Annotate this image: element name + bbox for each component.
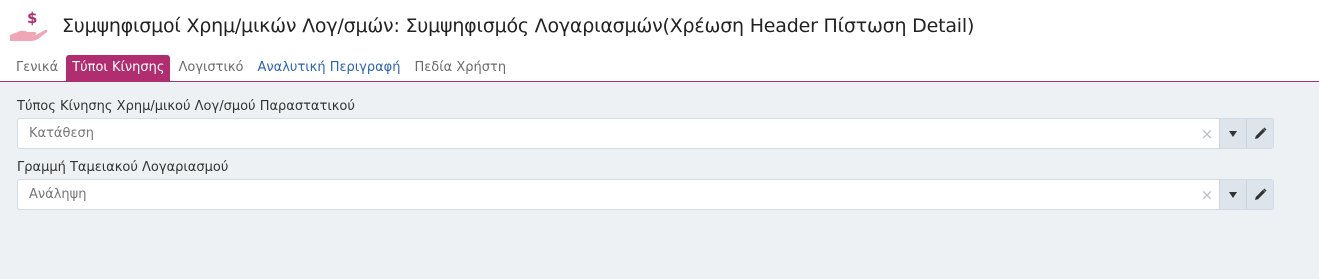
edit-button[interactable] <box>1246 180 1273 209</box>
tab-detailed-description[interactable]: Αναλυτική Περιγραφή <box>252 55 407 81</box>
movement-type-field[interactable]: Κατάθεση × <box>17 118 1274 149</box>
page-title: Συμψηφισμοί Χρημ/μικών Λογ/σμών: Συμψηφι… <box>62 15 975 37</box>
hand-dollar-icon: $ <box>8 5 50 47</box>
dollar-symbol: $ <box>27 9 37 27</box>
cash-account-line-value[interactable]: Ανάληψη <box>18 187 1195 202</box>
cash-account-line-label: Γραμμή Ταμειακού Λογαριασμού <box>17 160 229 175</box>
clear-icon[interactable]: × <box>1195 125 1219 143</box>
pencil-icon <box>1254 127 1267 139</box>
edit-button[interactable] <box>1246 119 1273 148</box>
tab-accounting[interactable]: Λογιστικό <box>172 55 249 81</box>
movement-type-value[interactable]: Κατάθεση <box>18 126 1195 141</box>
tab-bar: Γενικά Τύποι Κίνησης Λογιστικό Αναλυτική… <box>0 52 1319 82</box>
tab-user-fields[interactable]: Πεδία Χρήστη <box>409 55 513 81</box>
dropdown-button[interactable] <box>1219 119 1246 148</box>
caret-down-icon <box>1229 130 1237 137</box>
pencil-icon <box>1254 188 1267 200</box>
page-header: $ Συμψηφισμοί Χρημ/μικών Λογ/σμών: Συμψη… <box>0 0 1319 52</box>
movement-type-label: Τύπος Κίνησης Χρημ/μικού Λογ/σμού Παραστ… <box>17 99 355 114</box>
form-panel: Τύπος Κίνησης Χρημ/μικού Λογ/σμού Παραστ… <box>0 82 1319 279</box>
dropdown-button[interactable] <box>1219 180 1246 209</box>
clear-icon[interactable]: × <box>1195 186 1219 204</box>
tab-general[interactable]: Γενικά <box>10 55 64 81</box>
caret-down-icon <box>1229 191 1237 198</box>
cash-account-line-field[interactable]: Ανάληψη × <box>17 179 1274 210</box>
tab-movement-types[interactable]: Τύποι Κίνησης <box>66 55 171 81</box>
